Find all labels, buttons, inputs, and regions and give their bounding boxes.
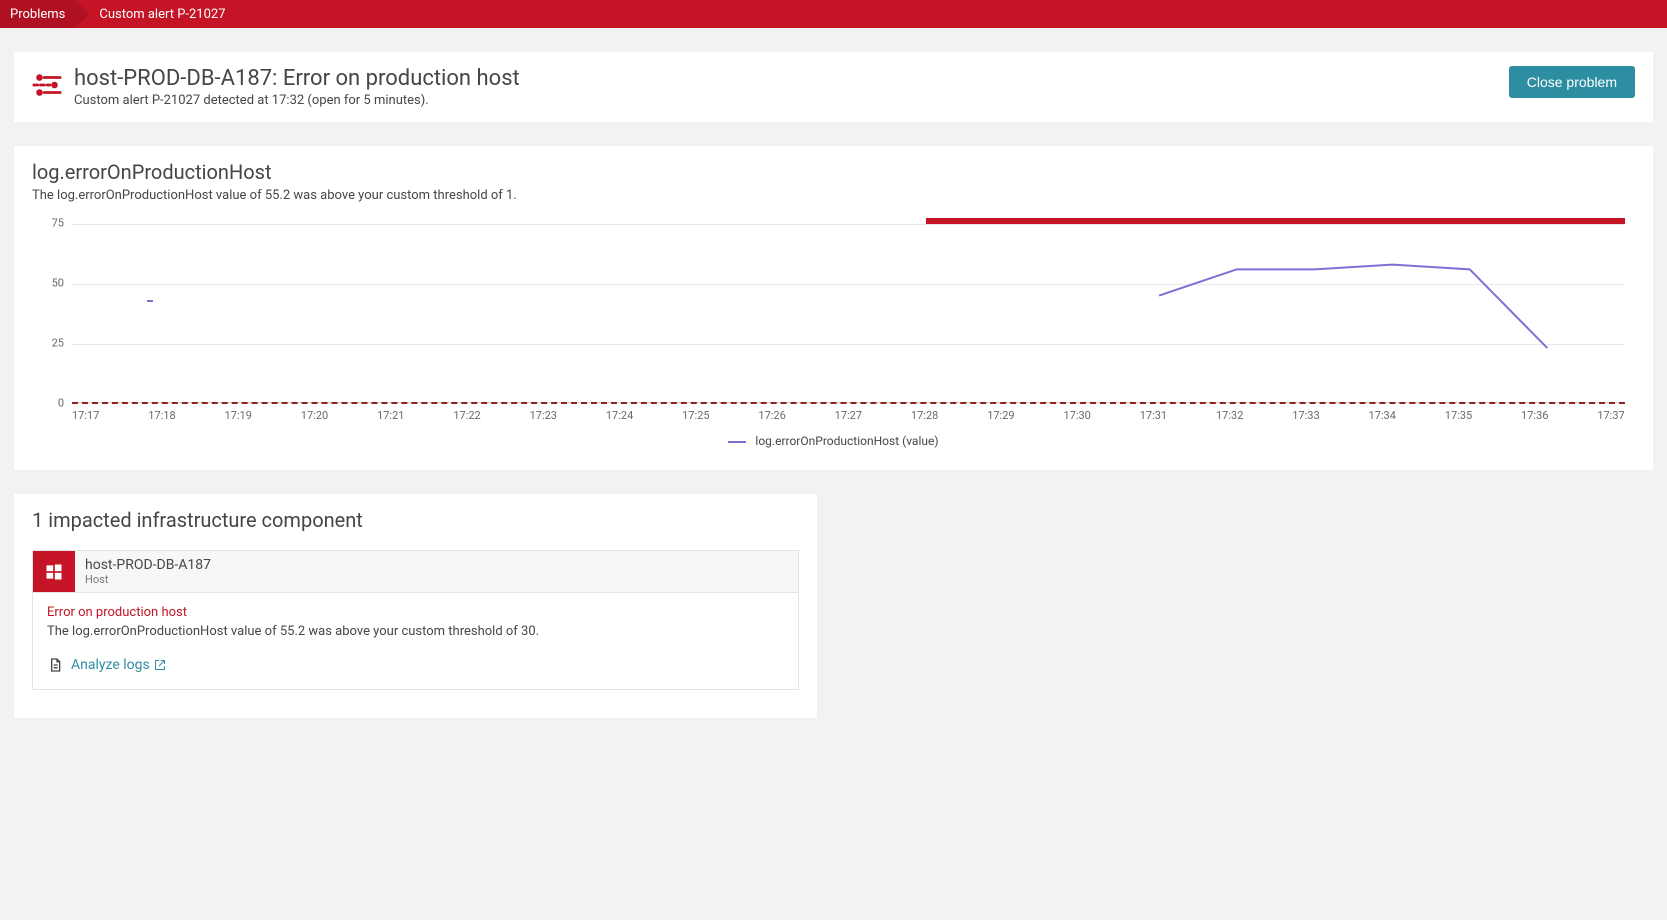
x-tick: 17:23 xyxy=(530,409,557,422)
x-tick: 17:20 xyxy=(301,409,328,422)
x-tick: 17:32 xyxy=(1216,409,1243,422)
external-link-icon xyxy=(154,659,166,671)
alert-sliders-icon xyxy=(32,70,62,100)
host-name: host-PROD-DB-A187 xyxy=(85,557,211,573)
x-tick: 17:28 xyxy=(911,409,938,422)
x-tick: 17:24 xyxy=(606,409,633,422)
host-type: Host xyxy=(85,573,211,586)
breadcrumb-current: Custom alert P-21027 xyxy=(75,0,239,28)
host-error-desc: The log.errorOnProductionHost value of 5… xyxy=(47,624,784,639)
log-file-icon xyxy=(47,657,63,673)
chart-legend: log.errorOnProductionHost (value) xyxy=(32,434,1635,448)
metric-chart-card: log.errorOnProductionHost The log.errorO… xyxy=(14,146,1653,470)
breadcrumb: Problems Custom alert P-21027 xyxy=(0,0,1667,28)
x-tick: 17:31 xyxy=(1140,409,1167,422)
x-axis: 17:17 17:18 17:19 17:20 17:21 17:22 17:23 17:24… xyxy=(72,409,1625,422)
chart-area: 0255075 17:1717:1817:1917:2017:2117:2217… xyxy=(72,223,1625,422)
y-tick: 0 xyxy=(58,397,64,410)
y-axis: 0255075 xyxy=(28,223,68,398)
problem-header-card: host-PROD-DB-A187: Error on production h… xyxy=(14,52,1653,122)
x-tick: 17:30 xyxy=(1063,409,1090,422)
x-tick: 17:29 xyxy=(987,409,1014,422)
x-tick: 17:27 xyxy=(835,409,862,422)
x-tick: 17:36 xyxy=(1521,409,1548,422)
chart-description: The log.errorOnProductionHost value of 5… xyxy=(32,188,1635,203)
x-tick: 17:17 xyxy=(72,409,99,422)
windows-host-icon xyxy=(33,551,75,592)
x-tick: 17:34 xyxy=(1369,409,1396,422)
analyze-logs-label: Analyze logs xyxy=(71,657,150,673)
impacted-host-card[interactable]: host-PROD-DB-A187 Host Error on producti… xyxy=(32,550,799,690)
host-error-title: Error on production host xyxy=(47,605,784,620)
x-tick: 17:33 xyxy=(1292,409,1319,422)
x-tick: 17:22 xyxy=(453,409,480,422)
x-tick: 17:37 xyxy=(1597,409,1624,422)
legend-swatch-icon xyxy=(728,441,746,443)
page-title: host-PROD-DB-A187: Error on production h… xyxy=(74,66,520,91)
analyze-logs-link[interactable]: Analyze logs xyxy=(71,657,166,673)
x-tick: 17:35 xyxy=(1445,409,1472,422)
impacted-components-card: 1 impacted infrastructure component host… xyxy=(14,494,817,718)
y-tick: 75 xyxy=(52,217,64,230)
host-header: host-PROD-DB-A187 Host xyxy=(33,551,798,593)
close-problem-button[interactable]: Close problem xyxy=(1509,66,1635,98)
series-svg xyxy=(72,224,1625,403)
x-tick: 17:26 xyxy=(758,409,785,422)
breadcrumb-root[interactable]: Problems xyxy=(0,0,75,28)
chart-title: log.errorOnProductionHost xyxy=(32,160,1635,184)
page-subtitle: Custom alert P-21027 detected at 17:32 (… xyxy=(74,93,520,108)
y-tick: 25 xyxy=(52,337,64,350)
x-tick: 17:21 xyxy=(377,409,404,422)
y-tick: 50 xyxy=(52,277,64,290)
x-tick: 17:18 xyxy=(148,409,175,422)
x-tick: 17:19 xyxy=(225,409,252,422)
impacted-title: 1 impacted infrastructure component xyxy=(32,508,799,532)
x-tick: 17:25 xyxy=(682,409,709,422)
chart-plot xyxy=(72,223,1625,403)
legend-label: log.errorOnProductionHost (value) xyxy=(755,434,938,448)
